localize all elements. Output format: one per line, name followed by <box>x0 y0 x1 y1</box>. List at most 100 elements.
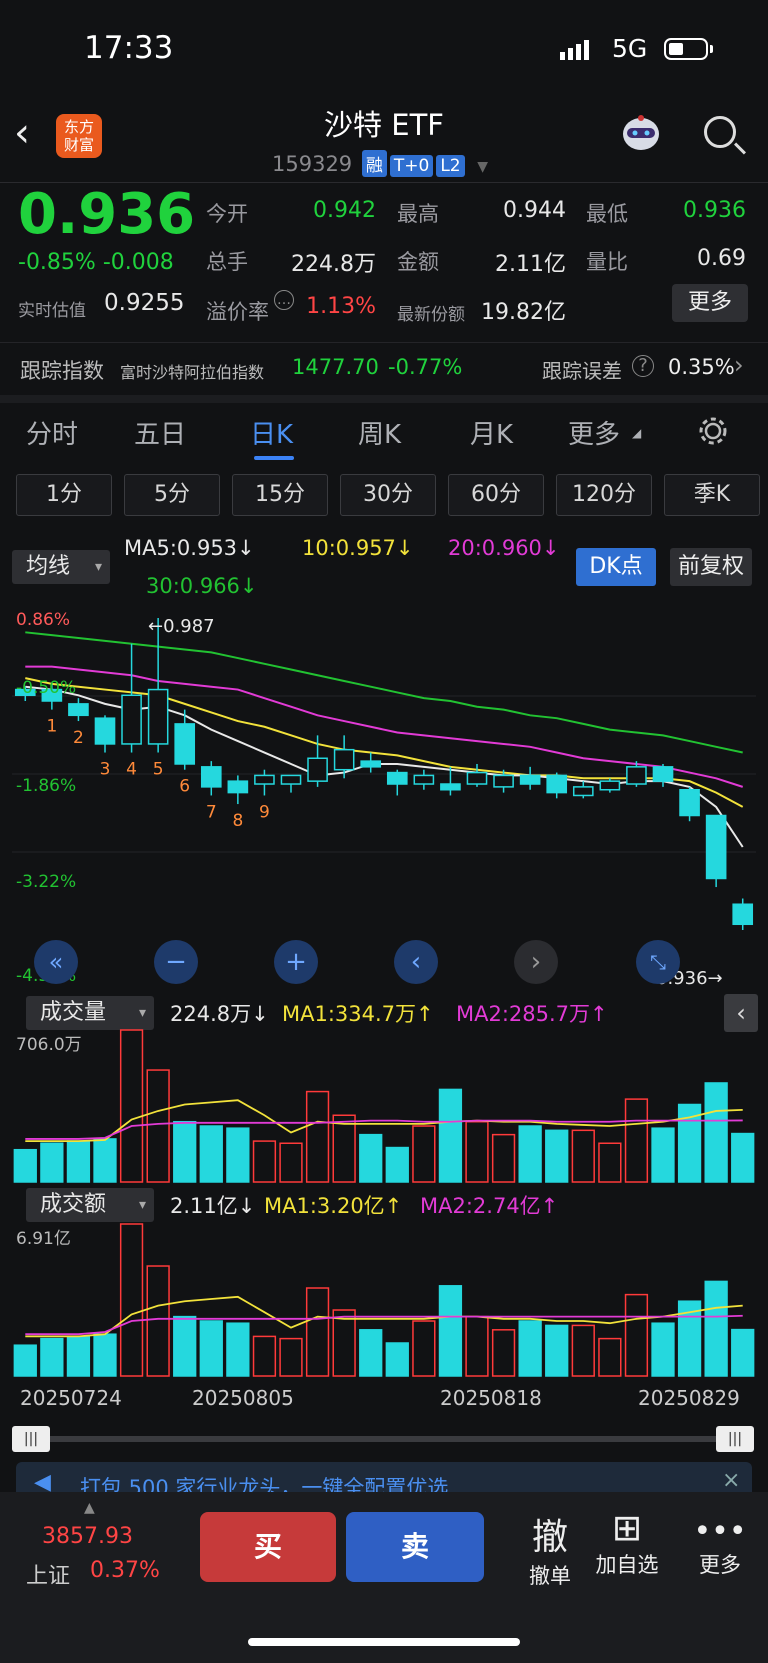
volume-bar <box>598 1142 622 1183</box>
quote-value: 0.69 <box>697 246 746 271</box>
amount-ma1: MA1:3.20亿↑ <box>264 1194 403 1218</box>
range-track <box>14 1436 754 1442</box>
buy-button[interactable]: 买 <box>200 1512 336 1582</box>
amount-select[interactable]: 成交额 <box>26 1188 154 1222</box>
volume-bar <box>199 1320 223 1377</box>
zoom-out-icon[interactable]: − <box>154 940 198 984</box>
quote-value: 1.13% <box>306 294 376 319</box>
active-tab-indicator <box>254 456 294 460</box>
candle-body <box>732 903 754 926</box>
home-indicator <box>248 1638 520 1646</box>
indicator-select[interactable]: 均线 <box>12 550 110 584</box>
search-icon[interactable] <box>704 116 736 148</box>
chevron-left-icon[interactable]: ‹ <box>394 940 438 984</box>
battery-icon <box>664 38 708 60</box>
period-1min[interactable]: 1分 <box>16 474 112 516</box>
date-label: 20250805 <box>192 1386 294 1410</box>
volume-bar <box>119 1223 144 1377</box>
range-handle-left[interactable]: ||| <box>12 1426 50 1452</box>
volume-bar <box>279 1142 303 1183</box>
candle-body <box>705 814 727 880</box>
volume-bar <box>279 1337 303 1377</box>
candle-body <box>572 786 594 797</box>
chevron-right-icon[interactable]: › <box>514 940 558 984</box>
more-quote-button[interactable]: 更多 <box>672 284 748 322</box>
volume-bar <box>13 1344 37 1377</box>
volume-bar <box>305 1287 330 1377</box>
help-icon[interactable]: ? <box>632 355 654 377</box>
tracking-label: 跟踪指数 <box>20 359 104 383</box>
tab-daily-k[interactable]: 日K <box>250 414 293 451</box>
candle-body <box>360 760 382 768</box>
tracking-index-bar[interactable]: 跟踪指数 富时沙特阿拉伯指数 1477.70 -0.77% 跟踪误差 ? 0.3… <box>0 342 768 403</box>
candle-body <box>68 703 89 717</box>
estimate-value: 0.9255 <box>104 290 185 316</box>
sh-index-change: 0.37% <box>90 1558 160 1583</box>
candle-body <box>174 723 196 765</box>
amount-ma2: MA2:2.74亿↑ <box>420 1194 559 1218</box>
zoom-in-icon[interactable]: + <box>274 940 318 984</box>
tab-weekly-k[interactable]: 周K <box>358 414 401 451</box>
period-30min[interactable]: 30分 <box>340 474 436 516</box>
volume-bar <box>305 1090 330 1183</box>
tab-five-day[interactable]: 五日 <box>134 414 186 451</box>
tab-intraday[interactable]: 分时 <box>26 414 78 451</box>
assistant-robot-icon[interactable] <box>618 114 664 154</box>
period-120min[interactable]: 120分 <box>556 474 652 516</box>
sh-index-value[interactable]: 3857.93 <box>42 1524 133 1549</box>
amount-chart <box>13 1223 755 1377</box>
info-icon[interactable]: … <box>274 290 294 310</box>
security-code-line: 159329 融 T+0 L2 ▼ <box>272 150 488 177</box>
t0-tag: T+0 <box>389 155 434 177</box>
volume-ma2: MA2:285.7万↑ <box>456 1002 608 1026</box>
quote-label: 最低 <box>586 202 628 226</box>
quote-label: 总手 <box>206 250 248 274</box>
period-5min[interactable]: 5分 <box>124 474 220 516</box>
range-handle-right[interactable]: ||| <box>716 1426 754 1452</box>
sequence-number: 1 <box>46 717 57 737</box>
volume-bar <box>385 1146 409 1183</box>
adjust-mode-button[interactable]: 前复权 <box>670 548 752 586</box>
sequence-number: 5 <box>153 760 164 780</box>
quote-value: 0.936 <box>683 198 746 223</box>
quote-value: 2.11亿 <box>495 252 566 277</box>
cancel-order-button[interactable]: 撤 撤单 <box>510 1508 590 1590</box>
fullscreen-icon[interactable]: ⤡ <box>636 940 680 984</box>
margin-tag: 融 <box>361 150 387 177</box>
clock: 17:33 <box>84 30 174 66</box>
tracking-index-name: 富时沙特阿拉伯指数 <box>120 363 265 382</box>
tab-monthly-k[interactable]: 月K <box>470 414 513 451</box>
more-actions-button[interactable]: ••• 更多 <box>680 1508 760 1579</box>
more-dots-icon: ••• <box>693 1514 747 1549</box>
dk-point-button[interactable]: DK点 <box>576 548 656 586</box>
sequence-number: 7 <box>206 802 217 822</box>
quote-label: 量比 <box>586 250 628 274</box>
volume-bar <box>146 1069 170 1183</box>
tab-more[interactable]: 更多 <box>568 414 620 451</box>
quote-label: 最高 <box>397 202 439 226</box>
volume-bar <box>518 1320 542 1377</box>
volume-bar <box>438 1285 463 1377</box>
kline-chart[interactable]: 123 4 567 8 9 <box>0 604 768 994</box>
l2-tag: L2 <box>436 155 465 177</box>
volume-bar <box>13 1148 37 1183</box>
volume-bar <box>252 1140 277 1183</box>
settings-gear-icon[interactable] <box>696 414 730 448</box>
rewind-icon[interactable]: « <box>34 940 78 984</box>
ma20-value: 20:0.960↓ <box>448 536 560 560</box>
period-quarter[interactable]: 季K <box>664 474 760 516</box>
period-60min[interactable]: 60分 <box>448 474 544 516</box>
sell-button[interactable]: 卖 <box>346 1512 484 1582</box>
volume-select[interactable]: 成交量 <box>26 996 154 1030</box>
candle-body <box>147 688 169 745</box>
quote-label: 溢价率 <box>206 300 269 324</box>
period-15min[interactable]: 15分 <box>232 474 328 516</box>
candle-body <box>280 774 302 785</box>
add-watchlist-button[interactable]: ⊞ 加自选 <box>582 1508 672 1579</box>
collapse-icon[interactable]: ‹ <box>724 994 758 1032</box>
chevron-down-icon[interactable]: ▼ <box>477 159 488 175</box>
candle-body <box>546 774 568 794</box>
volume-bar <box>571 1129 595 1183</box>
volume-bar <box>93 1333 117 1377</box>
close-icon[interactable]: × <box>722 1468 740 1493</box>
